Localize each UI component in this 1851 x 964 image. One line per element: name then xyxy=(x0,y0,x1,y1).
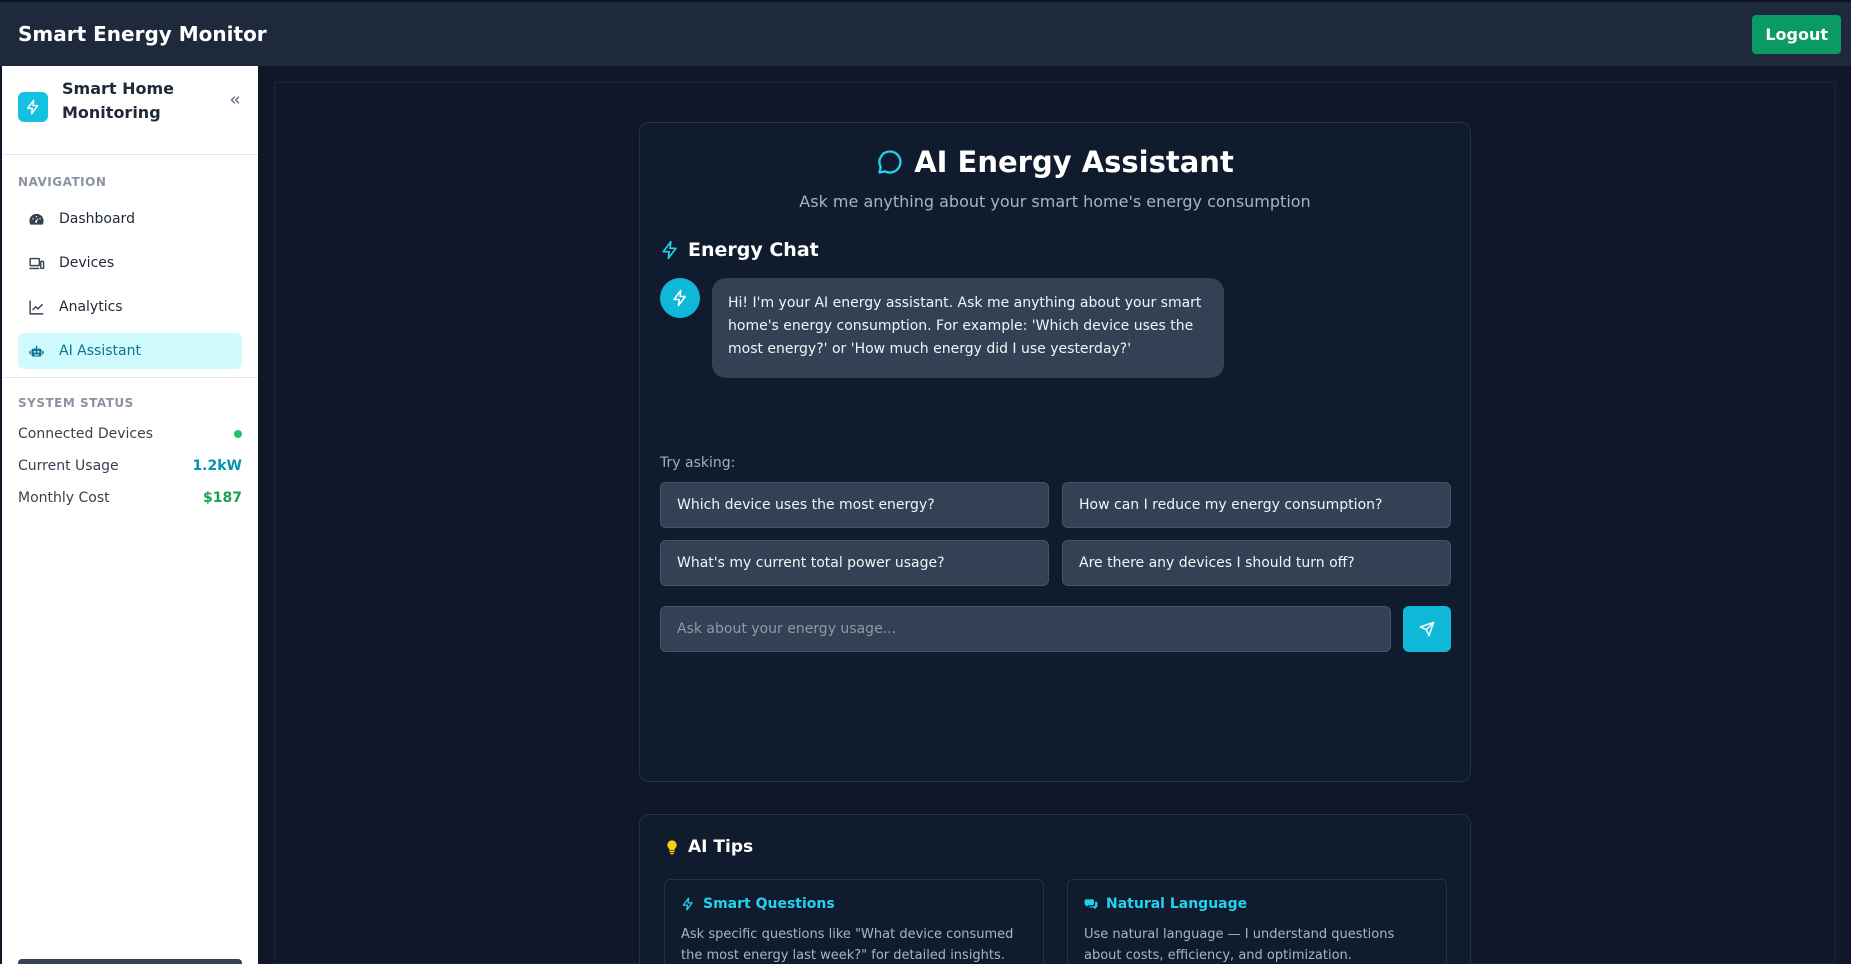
tip-natural-language: Natural Language Use natural language — … xyxy=(1067,879,1447,964)
chat-card: AI Energy Assistant Ask me anything abou… xyxy=(639,122,1471,782)
suggestion-most-energy[interactable]: Which device uses the most energy? xyxy=(660,482,1049,528)
sidebar-item-dashboard[interactable]: Dashboard xyxy=(18,201,242,237)
devices-icon xyxy=(29,257,45,269)
sidebar-item-analytics[interactable]: Analytics xyxy=(18,289,242,325)
page-subtitle: Ask me anything about your smart home's … xyxy=(799,192,1311,211)
lightbulb-icon xyxy=(667,840,677,855)
chat-input[interactable] xyxy=(660,606,1391,652)
sidebar: Smart Home Monitoring NAVIGATION Dashboa… xyxy=(2,66,258,964)
sidebar-divider xyxy=(2,377,258,378)
bolt-icon xyxy=(662,240,677,260)
sidebar-item-ai-assistant[interactable]: AI Assistant xyxy=(18,333,242,369)
sidebar-header: Smart Home Monitoring xyxy=(2,66,258,155)
navigation-label: NAVIGATION xyxy=(18,175,107,189)
energy-chat-heading: Energy Chat xyxy=(660,239,819,261)
status-current-usage: Current Usage 1.2kW xyxy=(18,458,242,474)
chat-bubble-icon xyxy=(878,150,902,174)
assistant-avatar xyxy=(660,278,700,318)
logout-button[interactable]: Logout xyxy=(1752,14,1841,54)
robot-icon xyxy=(29,345,44,356)
collapse-sidebar-button[interactable] xyxy=(228,88,242,112)
bolt-icon xyxy=(673,289,686,307)
comments-icon xyxy=(1084,899,1098,910)
sidebar-nav: Dashboard Devices Analytics AI Assistant xyxy=(2,201,258,369)
status-connected-devices: Connected Devices xyxy=(2,418,258,450)
suggestion-turn-off[interactable]: Are there any devices I should turn off? xyxy=(1062,540,1451,586)
assistant-message: Hi! I'm your AI energy assistant. Ask me… xyxy=(712,278,1224,378)
top-bar: Smart Energy Monitor Logout xyxy=(0,0,1851,66)
chevrons-left-icon xyxy=(230,96,240,104)
bolt-icon xyxy=(682,897,693,911)
send-icon xyxy=(1419,621,1435,637)
app-title: Smart Energy Monitor xyxy=(18,22,267,46)
try-asking-label: Try asking: xyxy=(660,455,736,471)
sidebar-title: Smart Home Monitoring xyxy=(62,79,175,122)
dashboard-icon xyxy=(29,213,44,225)
page-title: AI Energy Assistant xyxy=(640,145,1470,179)
suggestion-reduce-consumption[interactable]: How can I reduce my energy consumption? xyxy=(1062,482,1451,528)
bolt-logo-icon xyxy=(18,92,48,122)
send-button[interactable] xyxy=(1403,606,1451,652)
ai-tips-card: AI Tips Smart Questions Ask specific que… xyxy=(639,814,1471,964)
sidebar-bottom-button[interactable] xyxy=(18,959,242,964)
system-status-label: SYSTEM STATUS xyxy=(18,396,134,410)
status-monthly-cost: Monthly Cost $187 xyxy=(18,490,242,506)
tip-smart-questions: Smart Questions Ask specific questions l… xyxy=(664,879,1044,964)
online-status-dot xyxy=(234,430,242,438)
sidebar-item-devices[interactable]: Devices xyxy=(18,245,242,281)
ai-tips-heading: AI Tips xyxy=(664,837,753,857)
suggestion-total-power[interactable]: What's my current total power usage? xyxy=(660,540,1049,586)
analytics-icon xyxy=(29,299,44,315)
